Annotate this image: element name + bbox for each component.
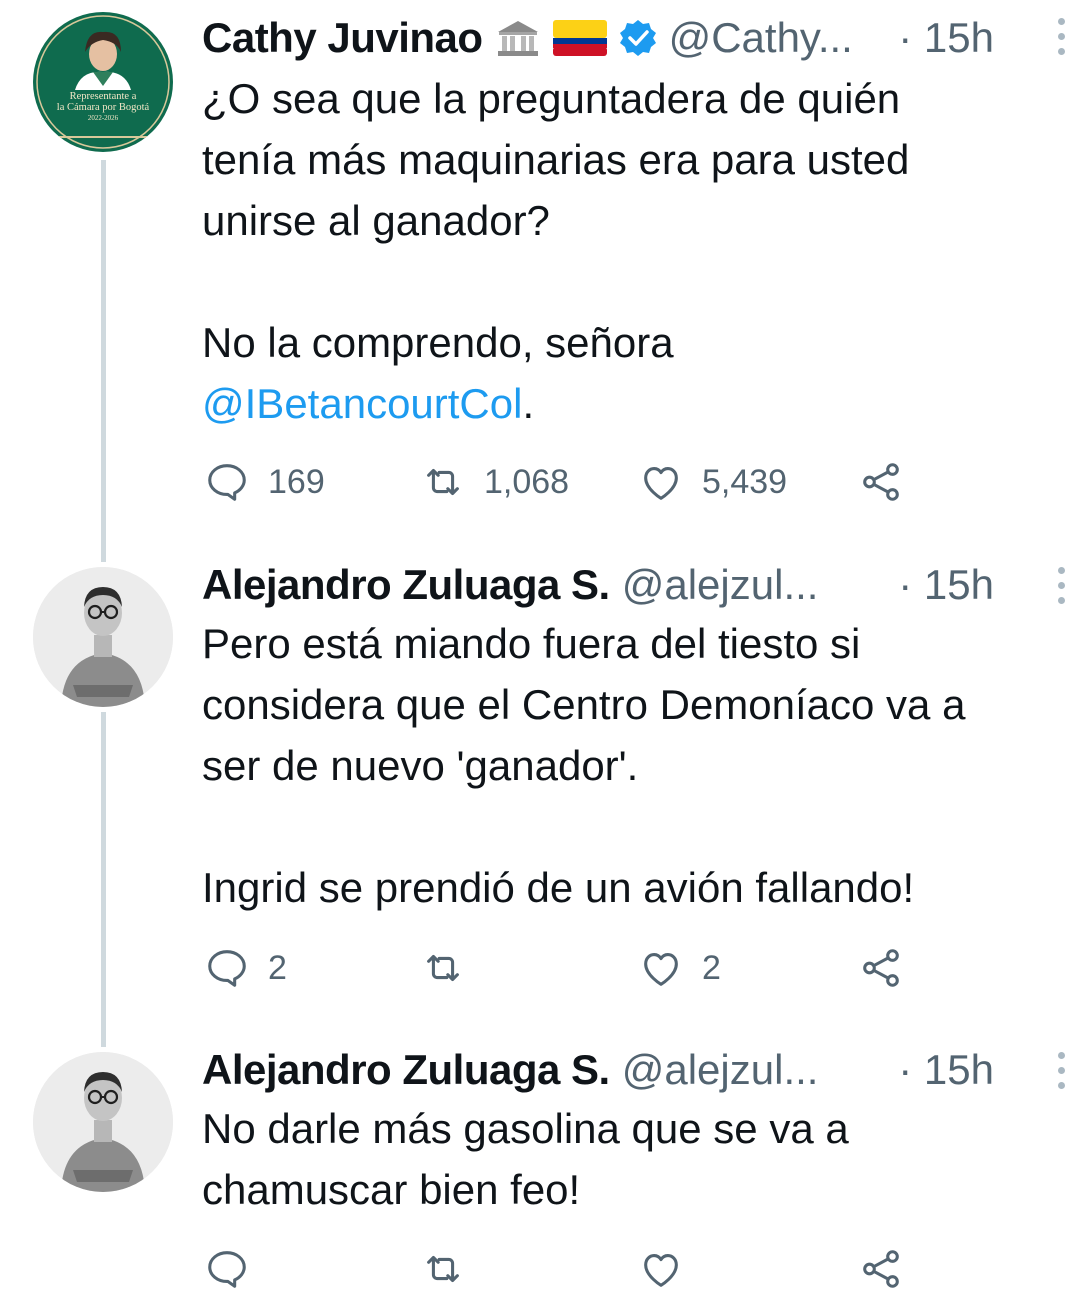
share-button[interactable] xyxy=(858,1244,904,1294)
retweet-icon xyxy=(427,1255,459,1283)
share-button[interactable] xyxy=(858,457,904,507)
heart-icon xyxy=(644,467,678,500)
tweet-paragraph: Ingrid se prendió de un avión fallando! xyxy=(202,864,915,911)
reply-icon xyxy=(208,950,246,987)
share-icon xyxy=(863,949,899,987)
avatar[interactable] xyxy=(33,1052,173,1192)
tweet-paragraph: No la comprendo, señora @IBetancourtCol. xyxy=(202,319,674,427)
timestamp[interactable]: · 15h xyxy=(898,1046,994,1094)
share-icon xyxy=(863,1250,899,1288)
like-button[interactable]: 5,439 xyxy=(638,457,787,507)
retweet-count: 1,068 xyxy=(484,462,570,501)
reply-button[interactable]: 2 xyxy=(204,943,287,993)
timestamp[interactable]: · 15h xyxy=(898,561,994,609)
reply-count: 2 xyxy=(268,948,287,987)
retweet-icon xyxy=(427,468,459,496)
like-count: 2 xyxy=(702,948,721,987)
timestamp[interactable]: · 15h xyxy=(898,14,994,62)
more-options-icon[interactable] xyxy=(1056,1052,1066,1092)
reply-icon xyxy=(208,464,246,501)
avatar-caption: Representante a la Cámara por Bogotá 202… xyxy=(56,91,150,122)
tweet-header: Alejandro Zuluaga S. @alejzul... · 15h xyxy=(202,1040,1040,1100)
tweet-paragraph: No darle más gasolina que se va a chamus… xyxy=(202,1105,849,1213)
tweet-header: Cathy Juvinao @Cathy... · 15h xyxy=(202,8,1040,68)
retweet-button[interactable] xyxy=(420,1244,484,1294)
author-handle[interactable]: @Cathy... xyxy=(669,14,853,62)
author-handle[interactable]: @alejzul... xyxy=(622,561,819,609)
tweet-actions xyxy=(202,1244,922,1294)
retweet-button[interactable]: 1,068 xyxy=(420,457,569,507)
author-name[interactable]: Cathy Juvinao xyxy=(202,14,483,62)
more-options-icon[interactable] xyxy=(1056,18,1066,58)
reply-icon xyxy=(208,1251,246,1288)
tweet-text: Pero está miando fuera del tiesto si con… xyxy=(202,613,1052,918)
tweet-actions: 2 2 xyxy=(202,943,922,993)
heart-icon xyxy=(644,953,678,986)
like-button[interactable]: 2 xyxy=(638,943,721,993)
tweet-alejandro-zuluaga[interactable]: Alejandro Zuluaga S. @alejzul... · 15h N… xyxy=(0,1040,1080,1311)
share-button[interactable] xyxy=(858,943,904,993)
reply-count: 169 xyxy=(268,462,325,501)
share-icon xyxy=(863,463,899,501)
author-name[interactable]: Alejandro Zuluaga S. xyxy=(202,1046,610,1094)
avatar[interactable] xyxy=(33,567,173,707)
classical-building-emoji xyxy=(495,18,541,58)
tweet-actions: 169 1,068 5,439 xyxy=(202,457,922,507)
more-options-icon[interactable] xyxy=(1056,567,1066,607)
tweet-paragraph: Pero está miando fuera del tiesto si con… xyxy=(202,620,966,789)
tweet-text: ¿O sea que la preguntadera de quién tení… xyxy=(202,68,1052,434)
tweet-text: No darle más gasolina que se va a chamus… xyxy=(202,1098,1052,1220)
tweet-header: Alejandro Zuluaga S. @alejzul... · 15h xyxy=(202,555,1040,615)
tweet-alejandro-zuluaga[interactable]: Alejandro Zuluaga S. @alejzul... · 15h P… xyxy=(0,555,1080,1025)
author-handle[interactable]: @alejzul... xyxy=(622,1046,819,1094)
author-name[interactable]: Alejandro Zuluaga S. xyxy=(202,561,610,609)
tweet-cathy-juvinao[interactable]: Representante a la Cámara por Bogotá 202… xyxy=(0,0,1080,540)
colombia-flag-emoji xyxy=(552,20,607,56)
reply-button[interactable]: 169 xyxy=(204,457,325,507)
like-button[interactable] xyxy=(638,1244,702,1294)
heart-icon xyxy=(644,1254,678,1287)
retweet-button[interactable] xyxy=(420,943,484,993)
retweet-icon xyxy=(427,954,459,982)
like-count: 5,439 xyxy=(702,462,788,501)
reply-button[interactable] xyxy=(204,1244,268,1294)
tweet-paragraph: ¿O sea que la preguntadera de quién tení… xyxy=(202,75,910,244)
avatar[interactable]: Representante a la Cámara por Bogotá 202… xyxy=(33,12,173,152)
verified-icon xyxy=(619,19,657,57)
mention-link[interactable]: @IBetancourtCol xyxy=(202,380,522,427)
